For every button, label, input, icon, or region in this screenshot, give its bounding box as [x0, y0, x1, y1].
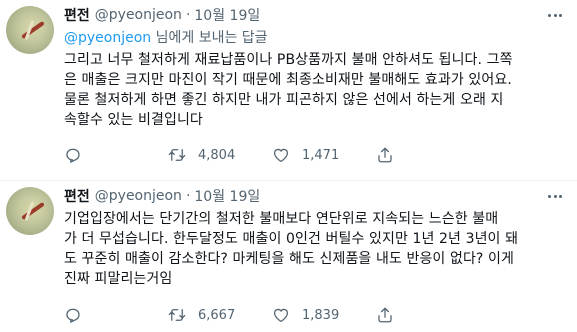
tweet-content: 편전 @pyeonjeon · 10월 19일 @pyeonjeon 님에게 보…: [64, 4, 567, 130]
avatar[interactable]: [6, 187, 54, 235]
reply-to-mention[interactable]: @pyeonjeon: [64, 30, 151, 46]
tweet-text-line: 은 매출은 크지만 마진이 작기 때문에 최종소비재만 불매해도 효과가 있어요…: [64, 72, 512, 88]
tweet-text-line: 진짜 피말리는거임: [64, 271, 173, 287]
more-icon[interactable]: [545, 189, 565, 203]
retweet-button[interactable]: 6,667: [168, 306, 272, 324]
tweet-header: 편전 @pyeonjeon · 10월 19일: [64, 185, 567, 207]
tweet-text-line: 물론 철저하게 하면 좋긴 하지만 내가 피곤하지 않은 선에서 하는게 오래 …: [64, 92, 504, 108]
reply-to-suffix: 님에게 보내는 답글: [151, 30, 268, 46]
retweet-icon: [168, 149, 186, 161]
retweet-icon: [168, 309, 186, 321]
share-button[interactable]: [376, 306, 396, 324]
author-name[interactable]: 편전: [64, 186, 90, 206]
like-count: 1,471: [302, 147, 340, 163]
like-icon: [273, 148, 289, 163]
tweet-date[interactable]: 10월 19일: [194, 5, 260, 25]
retweet-button[interactable]: 4,804: [168, 146, 272, 164]
tweet-text-line: 그리고 너무 철저하게 재료납품이나 PB상품까지 불매 안하셔도 됩니다. 그…: [64, 52, 513, 68]
like-button[interactable]: 1,839: [272, 306, 376, 324]
tweet-date[interactable]: 10월 19일: [194, 186, 260, 206]
tweet-text-line: 기업입장에서는 단기간의 철저한 불매보다 연단위로 지속되는 느슨한 불매: [64, 211, 499, 227]
tweet-text-line: 도 꾸준히 매출이 감소한다? 마케팅을 해도 신제품을 내도 반응이 없다? …: [64, 251, 514, 267]
tweet-text-line: 가 더 무섭습니다. 한두달정도 매출이 0인건 버틸수 있지만 1년 2년 3…: [64, 231, 519, 247]
tweet-header: 편전 @pyeonjeon · 10월 19일: [64, 4, 567, 26]
share-icon: [378, 307, 392, 323]
separator-dot: ·: [185, 7, 191, 23]
author-handle[interactable]: @pyeonjeon: [95, 7, 182, 23]
reply-button[interactable]: [64, 146, 168, 164]
retweet-count: 4,804: [198, 147, 236, 163]
author-handle[interactable]: @pyeonjeon: [95, 188, 182, 204]
tweet-actions: 4,804 1,471: [64, 146, 396, 164]
like-count: 1,839: [302, 307, 340, 323]
tweet[interactable]: 편전 @pyeonjeon · 10월 19일 기업입장에서는 단기간의 철저한…: [0, 181, 577, 332]
reply-icon: [66, 148, 80, 163]
share-button[interactable]: [376, 146, 396, 164]
separator-dot: ·: [185, 188, 191, 204]
like-button[interactable]: 1,471: [272, 146, 376, 164]
avatar[interactable]: [6, 6, 54, 54]
share-icon: [378, 147, 392, 163]
reply-to-label: @pyeonjeon 님에게 보내는 답글: [64, 28, 567, 48]
tweet[interactable]: 편전 @pyeonjeon · 10월 19일 @pyeonjeon 님에게 보…: [0, 0, 577, 181]
tweet-actions: 6,667 1,839: [64, 306, 396, 324]
reply-button[interactable]: [64, 306, 168, 324]
reply-icon: [66, 308, 80, 323]
tweet-text-line: 속할수 있는 비결입니다: [64, 112, 203, 128]
tweet-text: 기업입장에서는 단기간의 철저한 불매보다 연단위로 지속되는 느슨한 불매 가…: [64, 209, 567, 289]
tweet-content: 편전 @pyeonjeon · 10월 19일 기업입장에서는 단기간의 철저한…: [64, 185, 567, 289]
more-icon[interactable]: [545, 8, 565, 22]
tweet-text: 그리고 너무 철저하게 재료납품이나 PB상품까지 불매 안하셔도 됩니다. 그…: [64, 50, 567, 130]
like-icon: [273, 308, 289, 323]
author-name[interactable]: 편전: [64, 5, 90, 25]
retweet-count: 6,667: [198, 307, 236, 323]
